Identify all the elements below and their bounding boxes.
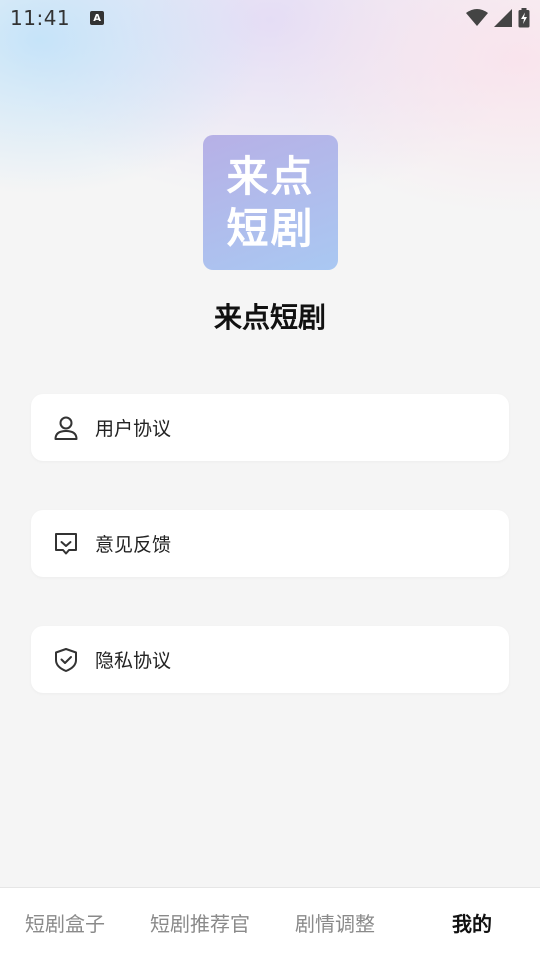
logo-text-line2: 短剧: [226, 203, 315, 253]
status-time: 11:41: [10, 6, 71, 30]
tab-mine[interactable]: 我的: [452, 908, 492, 937]
person-icon: [53, 415, 79, 441]
app-notification-icon: A: [90, 11, 105, 25]
battery-charging-icon: [518, 8, 530, 28]
tab-drama-box[interactable]: 短剧盒子: [25, 908, 105, 937]
status-icons: [466, 8, 530, 28]
menu-item-label: 意见反馈: [95, 534, 172, 556]
menu-item-privacy-policy[interactable]: 隐私协议: [31, 626, 509, 693]
menu-item-user-agreement[interactable]: 用户协议: [31, 394, 509, 461]
tab-drama-recommender[interactable]: 短剧推荐官: [150, 908, 250, 937]
logo-text-line1: 来点: [226, 151, 315, 201]
bottom-nav: 短剧盒子 短剧推荐官 剧情调整 我的: [0, 887, 540, 960]
shield-check-icon: [53, 647, 79, 673]
menu-item-feedback[interactable]: 意见反馈: [31, 510, 509, 577]
menu-item-label: 用户协议: [95, 418, 172, 440]
status-bar: 11:41 A: [0, 0, 540, 36]
feedback-icon: [53, 531, 79, 557]
tab-plot-adjust[interactable]: 剧情调整: [295, 908, 375, 937]
menu-item-label: 隐私协议: [95, 650, 172, 672]
app-title: 来点短剧: [213, 301, 326, 334]
wifi-icon: [466, 9, 488, 26]
app-logo: 来点 短剧: [203, 135, 338, 270]
cellular-signal-icon: [494, 9, 512, 27]
